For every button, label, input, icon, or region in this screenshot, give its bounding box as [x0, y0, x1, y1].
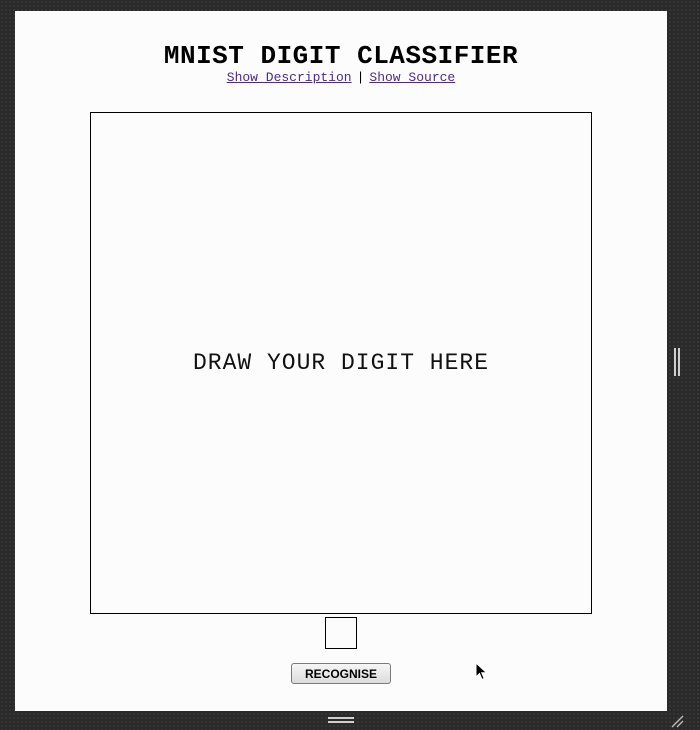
recognise-button[interactable]: RECOGNISE — [291, 663, 391, 684]
horizontal-resize-handle-icon[interactable] — [328, 717, 354, 725]
show-source-link[interactable]: Show Source — [369, 70, 455, 85]
digit-preview-box — [325, 617, 357, 649]
page-title: MNIST DIGIT CLASSIFIER — [163, 41, 519, 71]
app-page: MNIST DIGIT CLASSIFIER Show Description |… — [15, 11, 667, 711]
drawing-canvas[interactable]: DRAW YOUR DIGIT HERE — [90, 112, 592, 614]
canvas-hint-text: DRAW YOUR DIGIT HERE — [192, 350, 490, 376]
link-separator: | — [356, 70, 365, 85]
resize-grip-icon[interactable] — [670, 714, 684, 728]
vertical-resize-handle-icon[interactable] — [674, 348, 682, 376]
header-links: Show Description | Show Source — [15, 70, 667, 85]
mouse-pointer-icon — [475, 662, 488, 681]
show-description-link[interactable]: Show Description — [227, 70, 352, 85]
